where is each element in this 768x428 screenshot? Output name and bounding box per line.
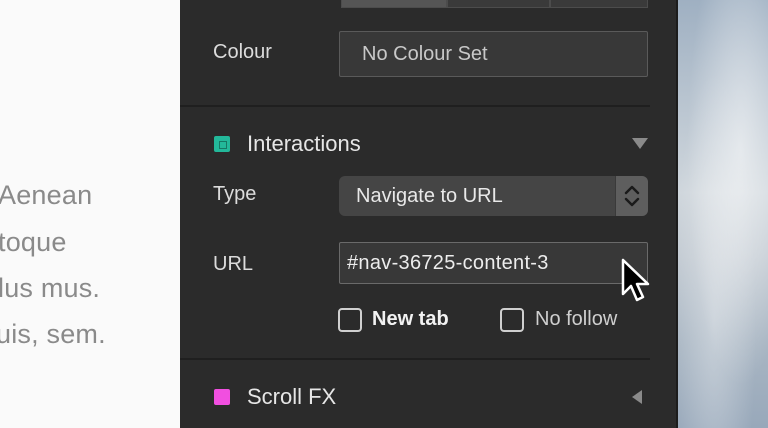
inspector-panel: Colour No Colour Set Interactions Type N… [180, 0, 678, 428]
type-select-value: Navigate to URL [356, 184, 503, 207]
no-follow-label[interactable]: No follow [535, 308, 617, 331]
colour-field[interactable]: No Colour Set [339, 31, 648, 77]
scroll-fx-title: Scroll FX [247, 384, 337, 409]
section-divider [180, 105, 650, 107]
document-canvas: Aenean toque lus mus. uis, sem. [0, 0, 180, 428]
new-tab-label[interactable]: New tab [372, 308, 449, 331]
colour-value: No Colour Set [362, 42, 488, 65]
background-image [678, 0, 768, 428]
section-divider [180, 358, 650, 360]
colour-label: Colour [213, 41, 272, 63]
document-text-line: toque [0, 227, 67, 257]
url-input-value: #nav-36725-content-3 [347, 251, 549, 274]
type-label: Type [213, 183, 257, 205]
interactions-section-header[interactable]: Interactions [180, 124, 678, 164]
collapse-triangle-icon[interactable] [632, 138, 648, 149]
new-tab-checkbox[interactable] [338, 308, 362, 332]
segment-option-3[interactable] [550, 0, 648, 8]
document-text-line: uis, sem. [0, 319, 106, 349]
type-select[interactable]: Navigate to URL [339, 176, 648, 216]
document-text-line: Aenean [0, 180, 93, 210]
scroll-fx-section-header[interactable]: Scroll FX [180, 378, 678, 418]
expand-triangle-icon[interactable] [632, 390, 642, 404]
interactions-icon [214, 136, 230, 152]
segment-option-1[interactable] [341, 0, 447, 8]
no-follow-checkbox[interactable] [500, 308, 524, 332]
scroll-fx-icon [214, 389, 230, 405]
url-label: URL [213, 253, 254, 275]
document-text-line: lus mus. [0, 273, 101, 303]
mouse-pointer-icon [621, 258, 650, 302]
interactions-title: Interactions [247, 131, 361, 156]
url-input[interactable]: #nav-36725-content-3 [339, 242, 648, 284]
select-stepper-icon[interactable] [615, 176, 648, 216]
segment-option-2[interactable] [447, 0, 550, 8]
